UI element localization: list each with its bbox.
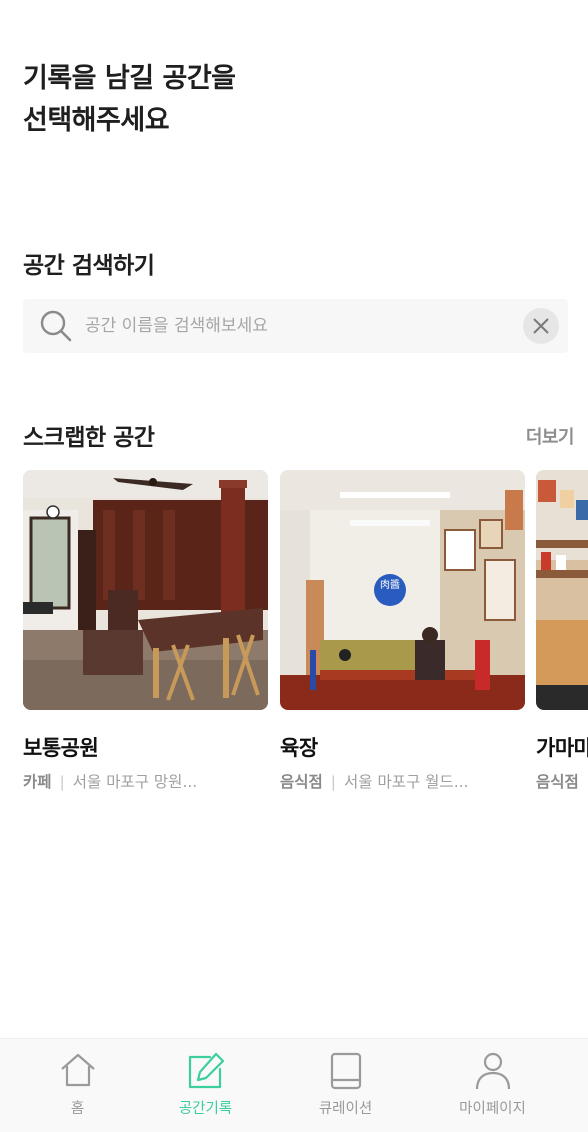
tab-label-home: 홈 <box>70 1101 85 1117</box>
page-title: 기록을 남길 공간을 선택해주세요 <box>23 58 563 142</box>
tab-label-curation: 큐레이션 <box>318 1101 373 1117</box>
tab-curation[interactable]: 큐레이션 <box>272 1039 419 1132</box>
meta-separator: | <box>330 773 337 791</box>
place-meta: 음식점 <box>536 770 588 792</box>
bottom-tab-bar: 홈 공간기록 큐레이션 마이페이지 <box>0 1038 588 1132</box>
more-button[interactable]: 더보기 <box>526 423 575 449</box>
edit-note-icon <box>188 1052 225 1089</box>
close-icon <box>533 318 549 334</box>
place-photo <box>23 470 268 710</box>
place-address: 서울 마포구 월드... <box>344 773 469 791</box>
place-category: 카페 <box>23 773 52 791</box>
tab-record[interactable]: 공간기록 <box>132 1039 279 1132</box>
sign-text: 肉醬 <box>380 578 400 591</box>
home-icon <box>61 1053 95 1087</box>
search-section-title: 공간 검색하기 <box>23 253 155 279</box>
person-icon <box>475 1052 511 1090</box>
place-address: 서울 마포구 망원... <box>72 773 198 791</box>
place-name: 보통공원 <box>23 736 99 760</box>
place-meta: 카페 | 서울 마포구 망원... <box>23 770 268 792</box>
tab-label-mypage: 마이페이지 <box>459 1101 526 1117</box>
scrap-carousel[interactable]: 보통공원 카페 | 서울 마포구 망원... 肉醬 육장 음식점 | 서울 마포… <box>0 470 588 800</box>
search-bar <box>23 299 568 353</box>
place-name: 육장 <box>280 736 318 760</box>
scrap-card[interactable]: 가마마 음식점 <box>536 470 588 792</box>
tab-home[interactable]: 홈 <box>4 1039 151 1132</box>
place-photo <box>536 470 588 710</box>
place-category: 음식점 <box>536 773 579 791</box>
search-icon <box>39 309 73 343</box>
book-icon <box>330 1052 362 1090</box>
search-input[interactable] <box>85 299 515 353</box>
place-category: 음식점 <box>280 773 323 791</box>
page-title-line-1: 기록을 남길 공간을 <box>23 63 236 94</box>
clear-search-button[interactable] <box>523 308 559 344</box>
page-title-line-2: 선택해주세요 <box>23 105 170 136</box>
meta-separator: | <box>59 773 65 791</box>
place-name: 가마마 <box>536 736 588 760</box>
scrap-card[interactable]: 보통공원 카페 | 서울 마포구 망원... <box>23 470 268 792</box>
scrap-section-title: 스크랩한 공간 <box>23 425 155 451</box>
place-photo: 肉醬 <box>280 470 525 710</box>
tab-label-record: 공간기록 <box>178 1101 233 1117</box>
place-meta: 음식점 | 서울 마포구 월드... <box>280 770 525 792</box>
scrap-card[interactable]: 肉醬 육장 음식점 | 서울 마포구 월드... <box>280 470 525 792</box>
tab-mypage[interactable]: 마이페이지 <box>419 1039 566 1132</box>
